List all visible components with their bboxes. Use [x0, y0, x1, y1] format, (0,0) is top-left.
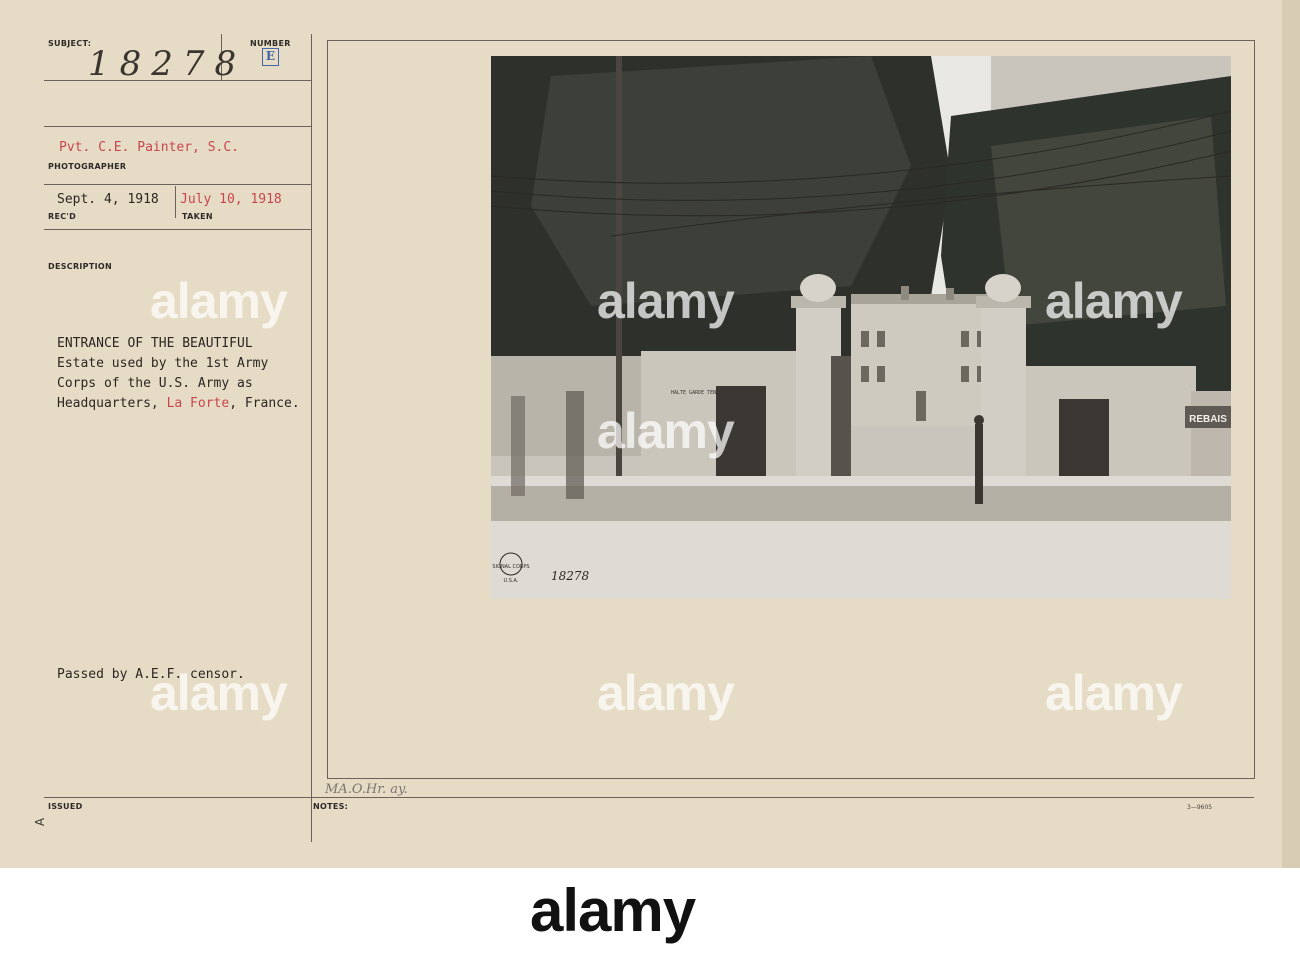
- rule-dates: [44, 184, 312, 185]
- watermark: alamy: [1045, 665, 1183, 721]
- issued-label: ISSUED: [48, 802, 83, 811]
- photo-number: 18278: [551, 569, 590, 583]
- rule-frame-right: [1254, 40, 1255, 778]
- taken-label: TAKEN: [182, 212, 213, 221]
- description-text: ENTRANCE OF THE BEAUTIFUL Estate used by…: [57, 334, 300, 414]
- subject-label: SUBJECT:: [48, 39, 92, 48]
- rule-frame-top: [327, 40, 1255, 41]
- photographer-name: Pvt. C.E. Painter, S.C.: [59, 140, 240, 155]
- description-segment: Headquarters,: [57, 396, 167, 411]
- received-label: REC'D: [48, 212, 77, 221]
- form-number: 3—9605: [1187, 804, 1213, 811]
- taken-date: July 10, 1918: [180, 192, 282, 207]
- watermark: alamy: [597, 273, 735, 329]
- number-handwritten: 18278: [88, 44, 247, 84]
- description-label: DESCRIPTION: [48, 262, 112, 271]
- notes-handwritten: MA.O.Hr. ay.: [325, 782, 408, 797]
- number-label: NUMBER: [250, 39, 291, 48]
- description-line: Headquarters, La Forte, France.: [57, 394, 300, 414]
- rule-desc-top: [44, 229, 312, 230]
- signal-corps-stamp-bottom: U.S.A.: [504, 578, 519, 584]
- banner-logo: alamy: [530, 877, 696, 944]
- watermark: alamy: [597, 403, 735, 459]
- number-stamp: E: [262, 48, 279, 66]
- side-letter: A: [33, 817, 48, 827]
- location-name: La Forte: [166, 396, 230, 411]
- description-line: ENTRANCE OF THE BEAUTIFUL: [57, 336, 253, 351]
- signal-corps-stamp-top: SIGNAL CORPS: [492, 564, 529, 570]
- description-segment: , France.: [229, 396, 300, 411]
- description-line: Estate used by the 1st Army: [57, 356, 269, 371]
- rule-photographer: [44, 126, 312, 127]
- card-edge: [1282, 0, 1300, 868]
- notes-label: NOTES:: [313, 802, 349, 811]
- rule-date-divider: [175, 186, 176, 218]
- sign-rebais: REBAIS: [1189, 414, 1227, 425]
- watermark: alamy: [150, 273, 288, 329]
- rule-frame-bottom: [327, 778, 1255, 779]
- watermark: alamy: [597, 665, 735, 721]
- watermark: alamy: [150, 665, 288, 721]
- sign-gate-left: HALTE GARDE TENEZ VOTRE DROITE: [671, 390, 761, 396]
- photographer-label: PHOTOGRAPHER: [48, 162, 127, 171]
- rule-left-column: [311, 34, 312, 842]
- description-line: Corps of the U.S. Army as: [57, 376, 253, 391]
- received-date: Sept. 4, 1918: [57, 192, 159, 207]
- rule-issued: [44, 797, 1254, 798]
- rule-left-column-second: [327, 40, 328, 778]
- watermark: alamy: [1045, 273, 1183, 329]
